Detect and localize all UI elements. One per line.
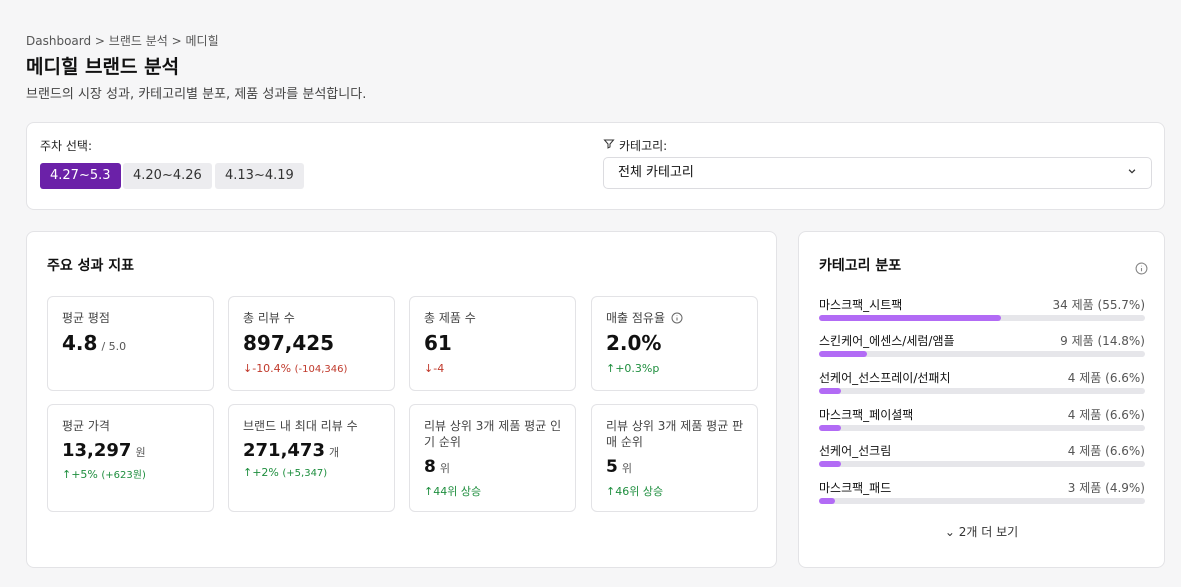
distribution-row: 마스크팩_시트팩 34 제품 (55.7%) bbox=[819, 296, 1145, 322]
kpi-label: 평균 평점 bbox=[62, 311, 110, 325]
category-name: 선케어_선스프레이/선패치 bbox=[819, 371, 951, 385]
kpi-label: 리뷰 상위 3개 제품 평균 판매 순위 bbox=[606, 419, 744, 449]
category-count: 34 제품 (55.7%) bbox=[1052, 298, 1145, 312]
chevron-down-icon bbox=[1127, 158, 1137, 188]
week-button-1[interactable]: 4.27~5.3 bbox=[40, 163, 121, 189]
distribution-row: 선케어_선크림 4 제품 (6.6%) bbox=[819, 442, 1145, 468]
kpi-value: 4.8/ 5.0 bbox=[62, 331, 127, 355]
category-count: 4 제품 (6.6%) bbox=[1067, 408, 1145, 422]
breadcrumb[interactable]: Dashboard > 브랜드 분석 > 메디힐 bbox=[26, 32, 219, 49]
show-more-label: 2개 더 보기 bbox=[958, 525, 1019, 539]
category-distribution-panel: 카테고리 분포 마스크팩_시트팩 34 제품 (55.7%) 스킨케어_에센스/세럼… bbox=[798, 231, 1165, 568]
kpi-label: 리뷰 상위 3개 제품 평균 인기 순위 bbox=[424, 419, 562, 449]
info-icon[interactable] bbox=[671, 312, 683, 328]
kpi-top3-sales: 리뷰 상위 3개 제품 평균 판매 순위 5위 ↑46위 상승 bbox=[591, 404, 758, 512]
category-count: 4 제품 (6.6%) bbox=[1067, 444, 1145, 458]
category-count: 3 제품 (4.9%) bbox=[1067, 481, 1145, 495]
progress-track bbox=[819, 351, 1145, 357]
progress-track bbox=[819, 388, 1145, 394]
distribution-row: 스킨케어_에센스/세럼/앰플 9 제품 (14.8%) bbox=[819, 332, 1145, 358]
kpi-avg-price: 평균 가격 13,297 원 ↑+5% (+623원) bbox=[47, 404, 214, 512]
kpi-label: 총 리뷰 수 bbox=[243, 311, 295, 325]
kpi-panel: 주요 성과 지표 평균 평점 4.8/ 5.0 총 리뷰 수 897,425 ↓… bbox=[26, 231, 777, 568]
kpi-max-reviews: 브랜드 내 최대 리뷰 수 271,473 개 ↑+2% (+5,347) bbox=[228, 404, 395, 512]
page-title: 메디힐 브랜드 분석 bbox=[26, 56, 180, 78]
distribution-title: 카테고리 분포 bbox=[819, 258, 902, 274]
kpi-sales-share: 매출 점유율 2.0% ↑+0.3%p bbox=[591, 296, 758, 391]
category-name: 마스크팩_페이셜팩 bbox=[819, 408, 914, 422]
progress-fill bbox=[819, 425, 841, 431]
distribution-row: 선케어_선스프레이/선패치 4 제품 (6.6%) bbox=[819, 369, 1145, 395]
category-count: 4 제품 (6.6%) bbox=[1067, 371, 1145, 385]
progress-fill bbox=[819, 351, 868, 357]
kpi-total-reviews: 총 리뷰 수 897,425 ↓-10.4% (-104,346) bbox=[228, 296, 395, 391]
week-select-label: 주차 선택: bbox=[40, 139, 93, 153]
page-subtitle: 브랜드의 시장 성과, 카테고리별 분포, 제품 성과를 분석합니다. bbox=[26, 87, 367, 102]
kpi-value: 271,473 개 bbox=[243, 440, 340, 461]
distribution-row: 마스크팩_페이셜팩 4 제품 (6.6%) bbox=[819, 406, 1145, 432]
category-select[interactable]: 전체 카테고리 bbox=[603, 157, 1152, 189]
category-name: 스킨케어_에센스/세럼/앰플 bbox=[819, 334, 955, 348]
progress-fill bbox=[819, 498, 835, 504]
category-filter-label: 카테고리: bbox=[603, 137, 667, 154]
kpi-change: ↓-10.4% (-104,346) bbox=[243, 362, 348, 375]
category-name: 마스크팩_시트팩 bbox=[819, 298, 903, 312]
progress-track bbox=[819, 425, 1145, 431]
kpi-value: 897,425 bbox=[243, 331, 335, 355]
chevron-down-icon: ⌄ bbox=[944, 525, 955, 539]
progress-fill bbox=[819, 461, 841, 467]
info-icon[interactable] bbox=[1135, 260, 1148, 279]
kpi-label: 매출 점유율 bbox=[606, 310, 683, 328]
week-button-3[interactable]: 4.13~4.19 bbox=[215, 163, 304, 189]
week-button-2[interactable]: 4.20~4.26 bbox=[123, 163, 212, 189]
kpi-label: 브랜드 내 최대 리뷰 수 bbox=[243, 419, 358, 433]
progress-track bbox=[819, 498, 1145, 504]
category-select-value: 전체 카테고리 bbox=[618, 165, 694, 180]
kpi-change: ↑+2% (+5,347) bbox=[243, 466, 328, 479]
category-count: 9 제품 (14.8%) bbox=[1060, 334, 1145, 348]
kpi-change: ↑46위 상승 bbox=[606, 485, 664, 498]
category-label-text: 카테고리: bbox=[619, 139, 668, 153]
progress-track bbox=[819, 315, 1145, 321]
kpi-avg-rating: 평균 평점 4.8/ 5.0 bbox=[47, 296, 214, 391]
filter-panel: 주차 선택: 4.27~5.3 4.20~4.26 4.13~4.19 카테고리… bbox=[26, 122, 1165, 210]
kpi-change: ↑44위 상승 bbox=[424, 485, 482, 498]
category-name: 마스크팩_패드 bbox=[819, 481, 892, 495]
kpi-total-products: 총 제품 수 61 ↓-4 bbox=[409, 296, 576, 391]
category-name: 선케어_선크림 bbox=[819, 444, 892, 458]
show-more-button[interactable]: ⌄ 2개 더 보기 bbox=[799, 523, 1164, 540]
kpi-value: 5위 bbox=[606, 457, 632, 477]
kpi-value: 13,297 원 bbox=[62, 440, 146, 461]
kpi-value: 2.0% bbox=[606, 331, 662, 355]
kpi-change: ↑+5% (+623원) bbox=[62, 468, 146, 481]
kpi-top3-popularity: 리뷰 상위 3개 제품 평균 인기 순위 8위 ↑44위 상승 bbox=[409, 404, 576, 512]
kpi-label: 총 제품 수 bbox=[424, 311, 476, 325]
kpi-change: ↑+0.3%p bbox=[606, 362, 660, 375]
kpi-title: 주요 성과 지표 bbox=[47, 258, 135, 274]
kpi-label: 평균 가격 bbox=[62, 419, 110, 433]
kpi-value: 8위 bbox=[424, 457, 450, 477]
filter-icon bbox=[603, 138, 615, 153]
progress-fill bbox=[819, 315, 1001, 321]
kpi-change: ↓-4 bbox=[424, 362, 445, 375]
progress-fill bbox=[819, 388, 841, 394]
distribution-row: 마스크팩_패드 3 제품 (4.9%) bbox=[819, 479, 1145, 505]
kpi-value: 61 bbox=[424, 331, 452, 355]
progress-track bbox=[819, 461, 1145, 467]
